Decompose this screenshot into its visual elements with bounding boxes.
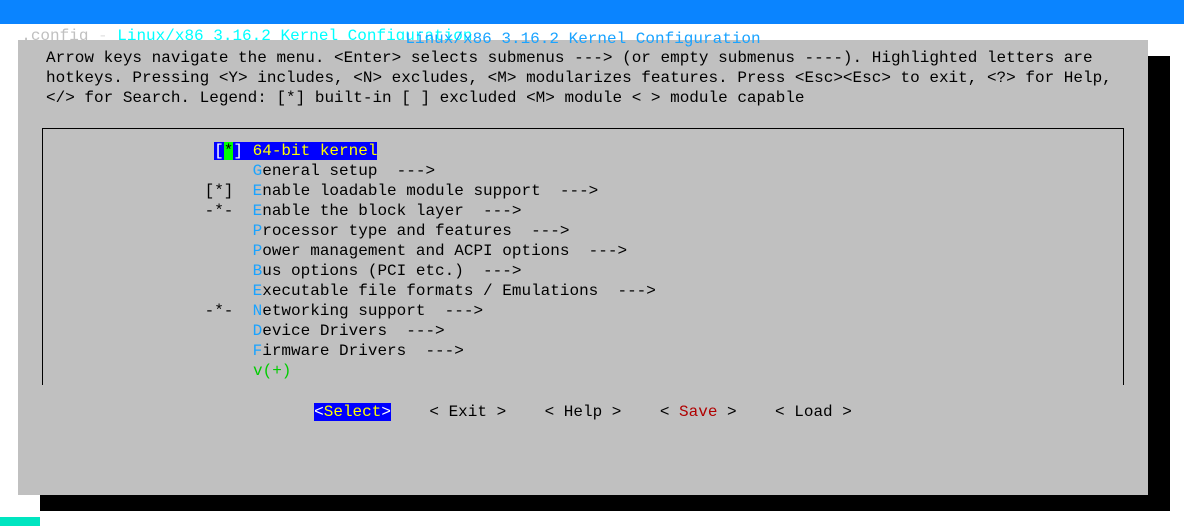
menu-item[interactable]: -*- Enable the block layer --->: [53, 201, 1113, 221]
menu-item-selected[interactable]: [*] 64-bit kernel: [53, 141, 1113, 161]
menu-item[interactable]: Firmware Drivers --->: [53, 341, 1113, 361]
dialog-title: Linux/x86 3.16.2 Kernel Configuration: [18, 30, 1148, 48]
menu-item[interactable]: Processor type and features --->: [53, 221, 1113, 241]
menu-item[interactable]: Power management and ACPI options --->: [53, 241, 1113, 261]
button-bar: <Select> < Exit > < Help > < Save > < Lo…: [18, 385, 1148, 431]
save-button[interactable]: < Save >: [660, 403, 737, 421]
menu-item[interactable]: Executable file formats / Emulations ---…: [53, 281, 1113, 301]
help-button[interactable]: < Help >: [545, 403, 622, 421]
menu-box: [*] 64-bit kernel General setup ---> [*]…: [42, 128, 1124, 385]
menu-item[interactable]: General setup --->: [53, 161, 1113, 181]
more-indicator: v(+): [53, 361, 1113, 381]
load-button[interactable]: < Load >: [775, 403, 852, 421]
dialog-frame: Linux/x86 3.16.2 Kernel Configuration Ar…: [18, 40, 1148, 495]
menu-item[interactable]: Bus options (PCI etc.) --->: [53, 261, 1113, 281]
menu-item[interactable]: Device Drivers --->: [53, 321, 1113, 341]
help-text: Arrow keys navigate the menu. <Enter> se…: [18, 40, 1148, 108]
taskbar-fragment: [0, 517, 40, 526]
menu-item[interactable]: -*- Networking support --->: [53, 301, 1113, 321]
menu-item[interactable]: [*] Enable loadable module support --->: [53, 181, 1113, 201]
menu-label-selected: 64-bit kernel: [253, 142, 378, 160]
exit-button[interactable]: < Exit >: [429, 403, 506, 421]
select-button[interactable]: <Select>: [314, 403, 391, 421]
window-titlebar: .config - Linux/x86 3.16.2 Kernel Config…: [0, 0, 1184, 24]
